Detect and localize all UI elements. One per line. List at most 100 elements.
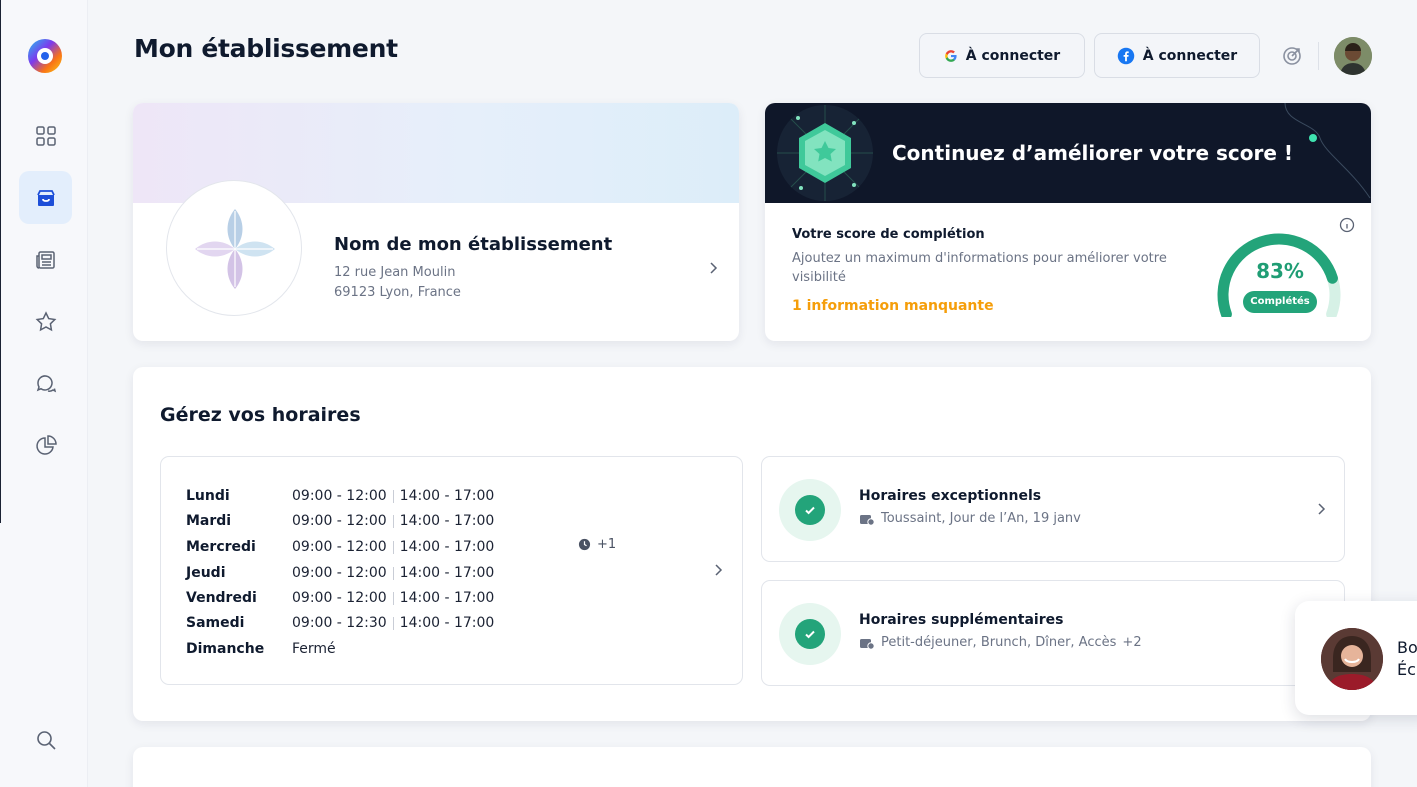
score-status-badge: Complétés <box>1243 291 1317 313</box>
facebook-icon <box>1117 47 1135 64</box>
hours-slot-morning: 09:00 - 12:00 <box>292 513 387 529</box>
hours-slot-divider <box>392 489 394 503</box>
supplementary-hours-subtitle: Petit-déjeuner, Brunch, Dîner, Accès +2 <box>859 635 1142 650</box>
header-divider <box>1318 42 1319 70</box>
check-icon <box>805 630 815 639</box>
search-icon <box>36 730 56 750</box>
app-logo-icon[interactable] <box>27 38 63 74</box>
supplementary-hours-title: Horaires supplémentaires <box>859 612 1064 628</box>
hours-day: Mardi <box>186 513 232 529</box>
newspaper-icon <box>35 250 55 269</box>
business-address-line2: 69123 Lyon, France <box>334 285 461 300</box>
sidebar <box>0 0 88 787</box>
hours-slot-divider <box>392 540 394 554</box>
check-status <box>779 479 841 541</box>
chat-line-1: Bo <box>1397 638 1417 657</box>
user-avatar-image <box>1334 37 1372 75</box>
business-name: Nom de mon établissement <box>334 234 613 255</box>
chevron-right-icon[interactable] <box>711 563 725 577</box>
chat-line-2: Éc <box>1397 660 1416 679</box>
flower-logo-icon <box>195 209 275 289</box>
hours-day: Samedi <box>186 615 245 631</box>
hours-slot-morning: Fermé <box>292 641 336 657</box>
score-description: Ajoutez un maximum d'informations pour a… <box>792 251 1167 285</box>
hours-row: Vendredi 09:00 - 12:00 14:00 - 17:00 <box>186 588 494 608</box>
hours-slot-afternoon: 14:00 - 17:00 <box>399 488 495 504</box>
sidebar-item-store[interactable] <box>19 171 72 224</box>
exceptional-hours-list: Toussaint, Jour de l’An, 19 janv <box>881 511 1081 526</box>
chat-message: Bo Éc <box>1397 637 1417 681</box>
hours-slot-divider <box>392 616 394 630</box>
hours-row: Dimanche Fermé <box>186 639 336 659</box>
sidebar-edge <box>0 0 1 523</box>
hours-slot-afternoon: 14:00 - 17:00 <box>399 590 495 606</box>
exceptional-hours-item[interactable]: Horaires exceptionnels Toussaint, Jour d… <box>761 456 1345 562</box>
score-percent: 83% <box>1256 259 1304 283</box>
check-icon <box>805 506 815 515</box>
hours-slot-afternoon: 14:00 - 17:00 <box>399 565 495 581</box>
hours-title: Gérez vos horaires <box>160 404 361 426</box>
pie-chart-icon <box>35 434 57 455</box>
hours-row: Mercredi 09:00 - 12:00 14:00 - 17:00 <box>186 537 494 557</box>
supplementary-hours-item[interactable]: Horaires supplémentaires Petit-déjeuner,… <box>761 580 1345 686</box>
support-agent-photo <box>1321 628 1383 690</box>
hours-slot-afternoon: 14:00 - 17:00 <box>399 513 495 529</box>
next-section-card <box>133 747 1371 787</box>
weekly-hours-box[interactable]: Lundi 09:00 - 12:00 14:00 - 17:00 Mardi 09:0… <box>160 456 743 685</box>
google-connect-button[interactable]: À connecter <box>919 33 1085 78</box>
hours-extra-badge: +1 <box>578 537 616 552</box>
hours-day: Jeudi <box>186 565 226 581</box>
calendar-icon <box>860 638 875 650</box>
sidebar-item-dashboard[interactable] <box>19 109 72 162</box>
hours-slot-morning: 09:00 - 12:00 <box>292 590 387 606</box>
score-banner-title: Continuez d’améliorer votre score ! <box>892 141 1293 165</box>
hours-section: Gérez vos horaires Lundi 09:00 - 12:00 14:… <box>133 367 1371 721</box>
store-icon <box>36 189 55 206</box>
hours-extra-count: +1 <box>597 537 617 552</box>
business-logo <box>166 180 302 316</box>
support-agent-avatar <box>1321 628 1383 690</box>
sidebar-item-reviews[interactable] <box>19 295 72 348</box>
business-card[interactable]: Nom de mon établissement 12 rue Jean Mou… <box>133 103 739 341</box>
score-card: Continuez d’améliorer votre score ! Votr… <box>765 103 1371 341</box>
facebook-connect-button[interactable]: À connecter <box>1094 33 1260 78</box>
facebook-connect-label: À connecter <box>1142 47 1238 64</box>
hours-slot-morning: 09:00 - 12:00 <box>292 565 387 581</box>
chat-bubbles-icon <box>36 374 56 392</box>
supplementary-hours-list: Petit-déjeuner, Brunch, Dîner, Accès <box>881 635 1117 650</box>
hours-day: Dimanche <box>186 641 265 657</box>
hours-day: Lundi <box>186 488 230 504</box>
business-address: 12 rue Jean Moulin 69123 Lyon, France <box>334 263 461 303</box>
score-missing-info[interactable]: 1 information manquante <box>792 298 994 314</box>
user-avatar[interactable] <box>1334 37 1372 75</box>
score-label: Votre score de complétion <box>792 227 985 242</box>
hours-row: Samedi 09:00 - 12:30 14:00 - 17:00 <box>186 613 494 633</box>
chevron-right-icon[interactable] <box>1314 502 1328 516</box>
hours-row: Mardi 09:00 - 12:00 14:00 - 17:00 <box>186 511 494 531</box>
exceptional-hours-subtitle: Toussaint, Jour de l’An, 19 janv <box>859 511 1081 526</box>
page-title: Mon établissement <box>134 34 398 63</box>
sidebar-search[interactable] <box>19 713 72 766</box>
hours-slot-divider <box>392 514 394 528</box>
sidebar-item-posts[interactable] <box>19 233 72 286</box>
hours-row: Jeudi 09:00 - 12:00 14:00 - 17:00 <box>186 563 494 583</box>
google-icon <box>944 49 957 62</box>
exceptional-hours-title: Horaires exceptionnels <box>859 488 1042 504</box>
sidebar-item-messages[interactable] <box>19 357 72 410</box>
sidebar-item-insights[interactable] <box>19 419 72 472</box>
business-address-line1: 12 rue Jean Moulin <box>334 265 456 280</box>
hours-slot-morning: 09:00 - 12:30 <box>292 615 387 631</box>
hours-slot-divider <box>392 591 394 605</box>
support-chat-widget[interactable]: Bo Éc <box>1295 601 1417 715</box>
hours-slot-morning: 09:00 - 12:00 <box>292 539 387 555</box>
target-icon[interactable] <box>1280 44 1304 68</box>
hours-slot-afternoon: 14:00 - 17:00 <box>399 615 495 631</box>
star-icon <box>35 310 56 331</box>
supplementary-hours-more: +2 <box>1122 635 1142 650</box>
score-banner: Continuez d’améliorer votre score ! <box>765 103 1371 203</box>
hours-slot-afternoon: 14:00 - 17:00 <box>399 539 495 555</box>
hours-slot-morning: 09:00 - 12:00 <box>292 488 387 504</box>
chevron-right-icon[interactable] <box>706 261 720 275</box>
hours-day: Vendredi <box>186 590 257 606</box>
check-status <box>779 603 841 665</box>
